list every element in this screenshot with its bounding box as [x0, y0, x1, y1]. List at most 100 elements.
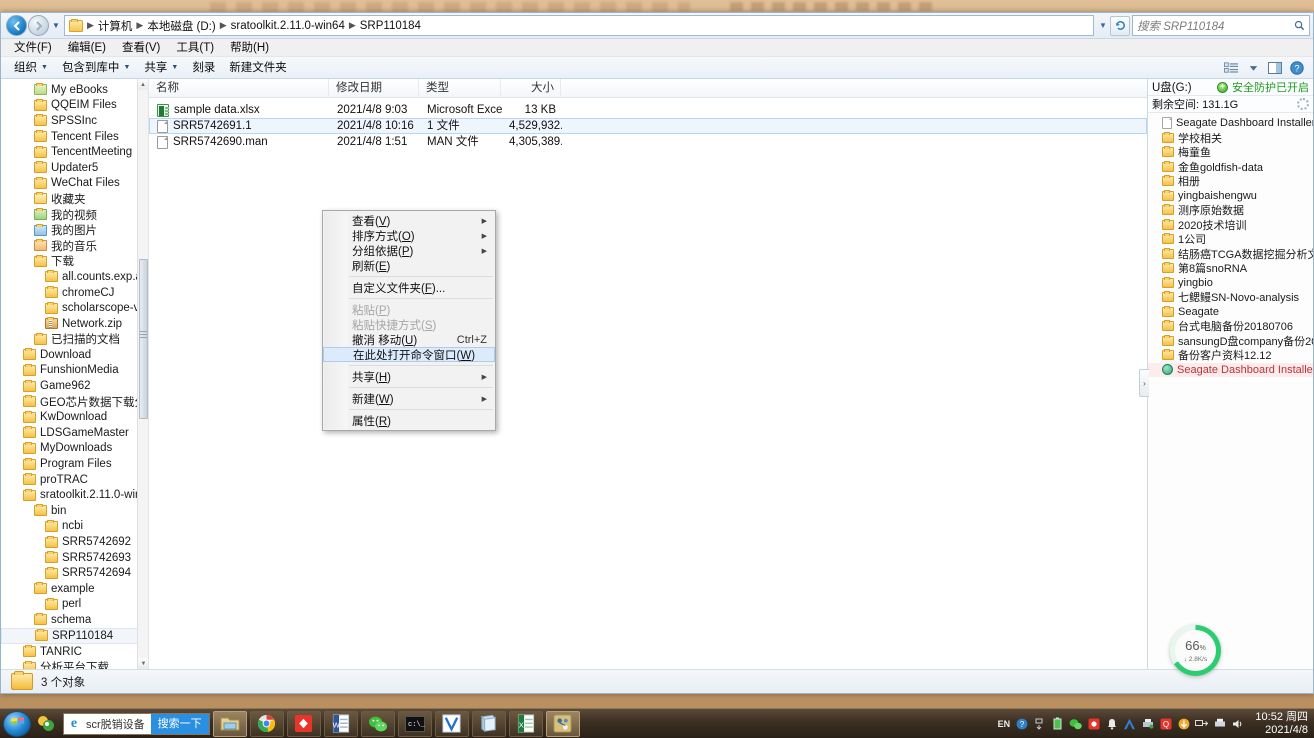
tree-item[interactable]: TANRIC	[1, 644, 148, 660]
tree-item[interactable]: ncbi	[1, 519, 148, 535]
tree-item[interactable]: 我的音乐	[1, 238, 148, 254]
context-menu-item[interactable]: 新建(W) ▶	[323, 391, 495, 406]
tree-item[interactable]: 已扫描的文档	[1, 332, 148, 348]
context-menu-item[interactable]: 在此处打开命令窗口(W)	[323, 347, 495, 362]
security-app-tray-icon[interactable]	[33, 711, 59, 737]
network-speed-gauge[interactable]: 66% ↓ 2.8K/s	[1170, 625, 1221, 676]
list-item[interactable]: 2020技术培训	[1148, 218, 1313, 233]
list-item[interactable]: 第8篇snoRNA	[1148, 261, 1313, 276]
tree-item[interactable]: scholarscope-v2-3	[1, 300, 148, 316]
start-button[interactable]	[3, 710, 31, 737]
tree-item[interactable]: Download	[1, 347, 148, 363]
list-item[interactable]: Seagate	[1148, 305, 1313, 320]
navigation-scrollbar[interactable]: ▲ ▼	[137, 79, 148, 669]
context-menu-item[interactable]: 分组依据(P) ▶	[323, 243, 495, 258]
tree-item[interactable]: sratoolkit.2.11.0-win64	[1, 487, 148, 503]
new-folder-button[interactable]: 新建文件夹	[222, 58, 294, 78]
breadcrumb-item-1[interactable]: 本地磁盘 (D:)	[144, 18, 218, 34]
menu-file[interactable]: 文件(F)	[6, 39, 60, 57]
list-item[interactable]: Seagate Dashboard Installer.d...	[1148, 116, 1313, 131]
battery-tray-icon[interactable]	[1051, 717, 1064, 730]
tree-item[interactable]: GEO芯片数据下载分析	[1, 394, 148, 410]
breadcrumb-item-0[interactable]: 计算机	[95, 18, 136, 34]
list-item[interactable]: 学校相关	[1148, 131, 1313, 146]
aliyun-tray-icon[interactable]	[1123, 717, 1136, 730]
ime-help-icon[interactable]: ?	[1015, 717, 1028, 730]
volume-tray-icon[interactable]	[1231, 717, 1244, 730]
menu-help[interactable]: 帮助(H)	[222, 39, 277, 57]
tree-item[interactable]: 收藏夹	[1, 191, 148, 207]
bell-tray-icon[interactable]	[1105, 717, 1118, 730]
context-menu-item[interactable]: 刷新(E)	[323, 258, 495, 273]
wechat-tray-icon[interactable]	[1069, 717, 1083, 730]
recent-pages-dropdown-icon[interactable]: ▼	[50, 15, 62, 36]
context-menu-item[interactable]: 属性(R)	[323, 413, 495, 428]
column-header-date[interactable]: 修改日期	[329, 78, 419, 98]
tree-item[interactable]: KwDownload	[1, 409, 148, 425]
tree-item[interactable]: Updater5	[1, 160, 148, 176]
refresh-button[interactable]	[1110, 15, 1130, 36]
tool-app-taskbar-button[interactable]	[545, 710, 580, 737]
tree-item[interactable]: Program Files	[1, 456, 148, 472]
tree-item[interactable]: FunshionMedia	[1, 363, 148, 379]
wechat-taskbar-button[interactable]	[360, 710, 395, 737]
network-tray-icon[interactable]	[1195, 717, 1209, 730]
context-menu[interactable]: 查看(V) ▶ 排序方式(O) ▶ 分组依据(P) ▶ 刷新(E) 自定义文件夹(F)... 粘…	[322, 210, 496, 431]
tree-item[interactable]: all.counts.exp.ann	[1, 269, 148, 285]
context-menu-item[interactable]: 自定义文件夹(F)...	[323, 280, 495, 295]
tree-item[interactable]: 分析平台下载	[1, 659, 148, 669]
list-item[interactable]: 相册	[1148, 174, 1313, 189]
ie-search-bar[interactable]: e scr脱销设备 搜索一下	[63, 712, 210, 735]
list-item[interactable]: 结肠癌TCGA数据挖掘分析文章	[1148, 247, 1313, 262]
column-header-type[interactable]: 类型	[419, 78, 501, 98]
list-item[interactable]: 梅童鱼	[1148, 145, 1313, 160]
menu-tools[interactable]: 工具(T)	[168, 39, 222, 57]
column-header-name[interactable]: 名称	[149, 78, 329, 98]
tree-item[interactable]: 我的图片	[1, 222, 148, 238]
list-item[interactable]: yingbio	[1148, 276, 1313, 291]
tree-item[interactable]: MyDownloads	[1, 441, 148, 457]
tree-item[interactable]: proTRAC	[1, 472, 148, 488]
tree-item[interactable]: Network.zip	[1, 316, 148, 332]
list-item[interactable]: 金鱼goldfish-data	[1148, 160, 1313, 175]
tree-item[interactable]: My eBooks	[1, 82, 148, 98]
table-row[interactable]: sample data.xlsx 2021/4/8 9:03 Microsoft E…	[149, 102, 1147, 118]
menu-view[interactable]: 查看(V)	[114, 39, 168, 57]
back-button[interactable]	[6, 15, 27, 36]
ime-options-icon[interactable]	[1033, 717, 1046, 730]
tree-item[interactable]: Tencent Files	[1, 129, 148, 145]
word-taskbar-button[interactable]: W	[323, 710, 358, 737]
context-menu-item[interactable]: 查看(V) ▶	[323, 213, 495, 228]
table-row[interactable]: SRR5742691.1 2021/4/8 10:16 1 文件 4,529,932.…	[149, 118, 1147, 134]
explorer-taskbar-button[interactable]	[212, 710, 247, 737]
tree-item[interactable]: QQEIM Files	[1, 98, 148, 114]
tree-item[interactable]: 我的视频	[1, 207, 148, 223]
burn-button[interactable]: 刻录	[185, 58, 222, 78]
list-item[interactable]: 备份客户资料12.12	[1148, 348, 1313, 363]
scroll-up-arrow-icon[interactable]: ▲	[138, 79, 148, 90]
terminal-taskbar-button[interactable]: c:\_	[397, 710, 432, 737]
breadcrumb-item-3[interactable]: SRP110184	[357, 20, 424, 32]
tree-item[interactable]: SRP110184	[1, 627, 148, 644]
tree-item[interactable]: bin	[1, 503, 148, 519]
list-item[interactable]: 测序原始数据	[1148, 203, 1313, 218]
scroll-down-arrow-icon[interactable]: ▼	[138, 658, 148, 669]
ime-indicator[interactable]: EN	[997, 717, 1011, 730]
tree-item[interactable]: perl	[1, 597, 148, 613]
tree-item[interactable]: schema	[1, 612, 148, 628]
update-tray-icon[interactable]	[1177, 717, 1190, 730]
tree-item[interactable]: SRR5742693	[1, 550, 148, 566]
list-item[interactable]: Seagate Dashboard Installer.e...	[1148, 362, 1313, 377]
scrollbar-thumb[interactable]	[139, 259, 148, 419]
qq-tray-icon[interactable]: Q	[1159, 717, 1172, 730]
tree-item[interactable]: WeChat Files	[1, 176, 148, 192]
column-header-size[interactable]: 大小	[501, 78, 561, 98]
breadcrumb[interactable]: ▶ 计算机 ▶ 本地磁盘 (D:) ▶ sratoolkit.2.11.0-wi…	[64, 15, 1094, 36]
forward-button[interactable]	[28, 15, 49, 36]
excel-taskbar-button[interactable]: X	[508, 710, 543, 737]
list-item[interactable]: 1公司	[1148, 232, 1313, 247]
tree-item[interactable]: SRR5742694	[1, 565, 148, 581]
list-item[interactable]: sansungD盘company备份2016...	[1148, 334, 1313, 349]
wps-taskbar-button[interactable]	[434, 710, 469, 737]
diamond-app-taskbar-button[interactable]	[286, 710, 321, 737]
